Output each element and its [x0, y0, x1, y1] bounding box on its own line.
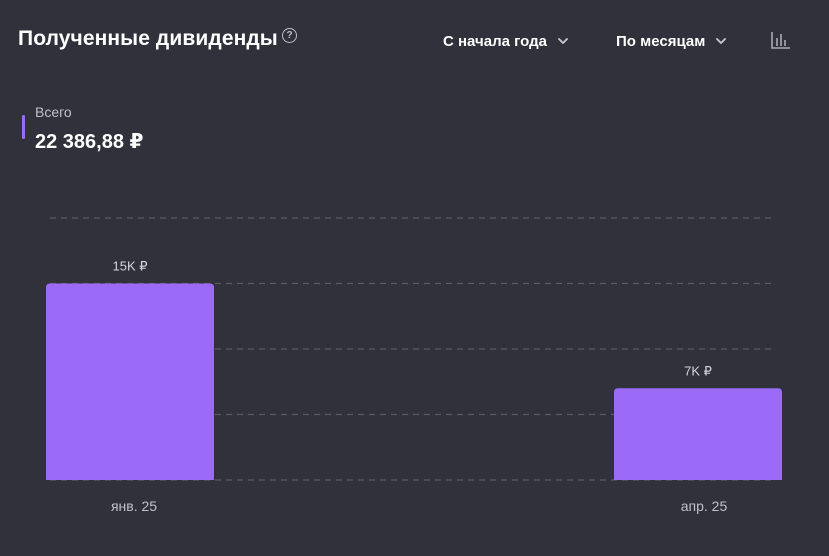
bar-value-label: 7K ₽ — [684, 363, 712, 378]
x-tick-label: апр. 25 — [681, 498, 728, 514]
total-accent-marker — [22, 115, 25, 139]
period-dropdown[interactable]: С начала года — [443, 31, 569, 51]
chevron-down-icon — [558, 38, 568, 44]
help-icon[interactable]: ? — [282, 28, 297, 43]
bar-value-label: 15K ₽ — [112, 259, 147, 274]
bar-1[interactable] — [46, 283, 214, 481]
widget-title: Полученные дивиденды — [18, 27, 278, 50]
bar-chart-icon[interactable] — [770, 30, 792, 50]
x-tick-label: янв. 25 — [111, 498, 157, 514]
period-dropdown-label: С начала года — [443, 32, 547, 50]
dividends-bar-chart: 15K ₽ янв. 25 7K ₽ апр. 25 — [46, 217, 782, 514]
chevron-down-icon — [716, 38, 727, 44]
total-value: 22 386,88 ₽ — [35, 131, 144, 153]
grouping-dropdown-label: По месяцам — [616, 32, 706, 50]
bar-2[interactable] — [614, 388, 782, 480]
total-label: Всего — [35, 104, 72, 120]
grouping-dropdown[interactable]: По месяцам — [616, 31, 727, 51]
widget-header: Полученные дивиденды ? С начала года По … — [0, 0, 829, 80]
